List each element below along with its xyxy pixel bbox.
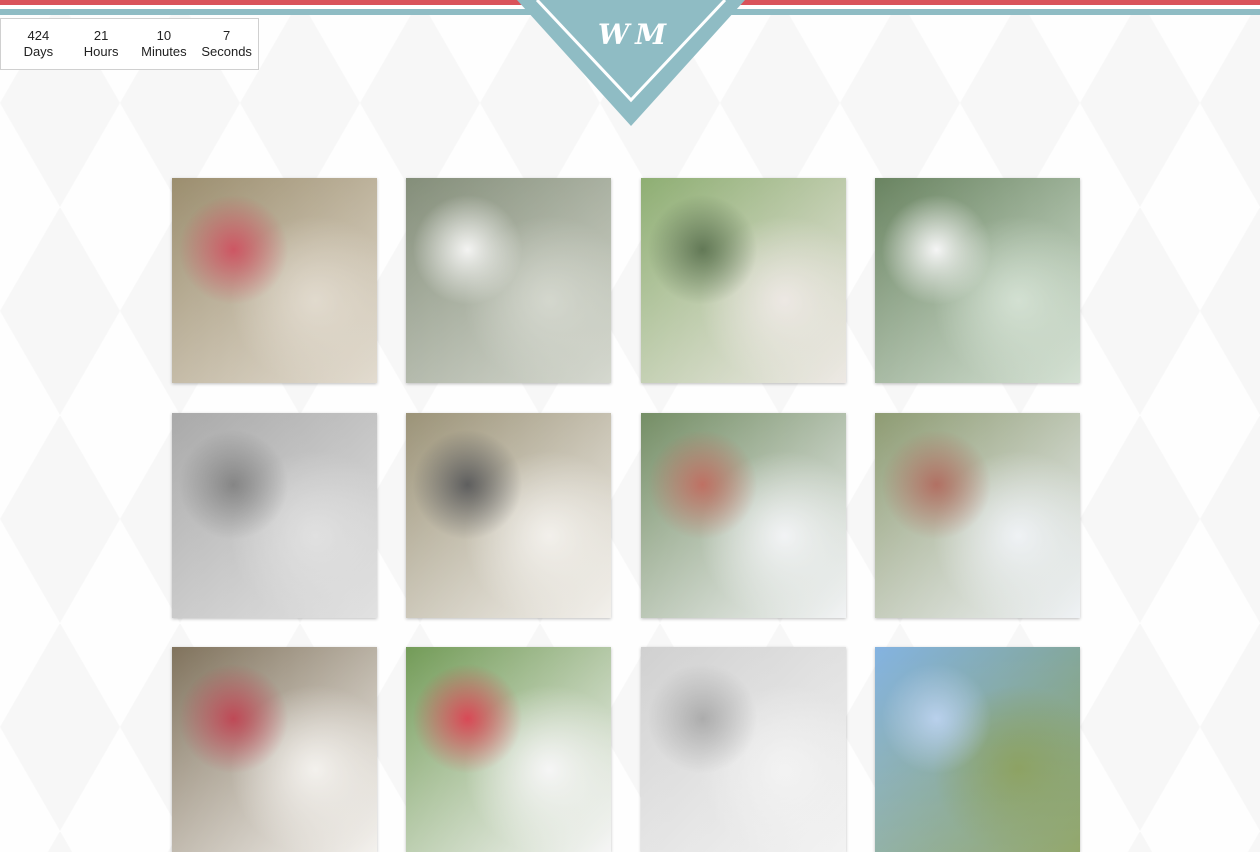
photo-couple-closeup[interactable] <box>406 413 611 618</box>
photo-roses-bright[interactable] <box>406 647 611 852</box>
photo-roses-hands[interactable] <box>172 647 377 852</box>
photo-overlay <box>875 413 1080 618</box>
photo-overlay <box>172 647 377 852</box>
countdown-seconds-label: Seconds <box>201 44 252 59</box>
photo-ivy-building[interactable] <box>875 647 1080 852</box>
photo-overlay <box>172 413 377 618</box>
countdown-hours: 21 Hours <box>70 28 133 60</box>
photo-veil-tree[interactable] <box>875 413 1080 618</box>
photo-overlay <box>406 413 611 618</box>
photo-overlay <box>406 178 611 383</box>
photo-overlay <box>875 178 1080 383</box>
countdown-days-label: Days <box>23 44 54 59</box>
countdown-timer: 424 Days 21 Hours 10 Minutes 7 Seconds <box>0 18 259 70</box>
countdown-seconds: 7 Seconds <box>195 28 258 60</box>
photo-white-gazebo[interactable] <box>641 647 846 852</box>
photo-overlay <box>641 413 846 618</box>
countdown-minutes-label: Minutes <box>141 44 187 59</box>
countdown-seconds-value: 7 <box>223 28 231 43</box>
logo-monogram: W M <box>597 18 666 51</box>
photo-overlay <box>406 647 611 852</box>
photo-overlay <box>172 178 377 383</box>
photo-bouquet-roses[interactable] <box>172 178 377 383</box>
photo-couple-manor[interactable] <box>641 413 846 618</box>
photo-bride-tiara[interactable] <box>641 178 846 383</box>
countdown-days-value: 424 <box>27 28 50 43</box>
logo[interactable]: W M <box>517 0 745 130</box>
photo-overlay <box>875 647 1080 852</box>
photo-forest-gray[interactable] <box>172 413 377 618</box>
countdown-hours-label: Hours <box>83 44 119 59</box>
photo-bride-woods[interactable] <box>875 178 1080 383</box>
countdown-minutes-value: 10 <box>156 28 172 43</box>
countdown-days: 424 Days <box>7 28 70 60</box>
photo-overlay <box>641 647 846 852</box>
photo-overlay <box>641 178 846 383</box>
countdown-minutes: 10 Minutes <box>133 28 196 60</box>
photo-groom-forest[interactable] <box>406 178 611 383</box>
countdown-hours-value: 21 <box>93 28 109 43</box>
